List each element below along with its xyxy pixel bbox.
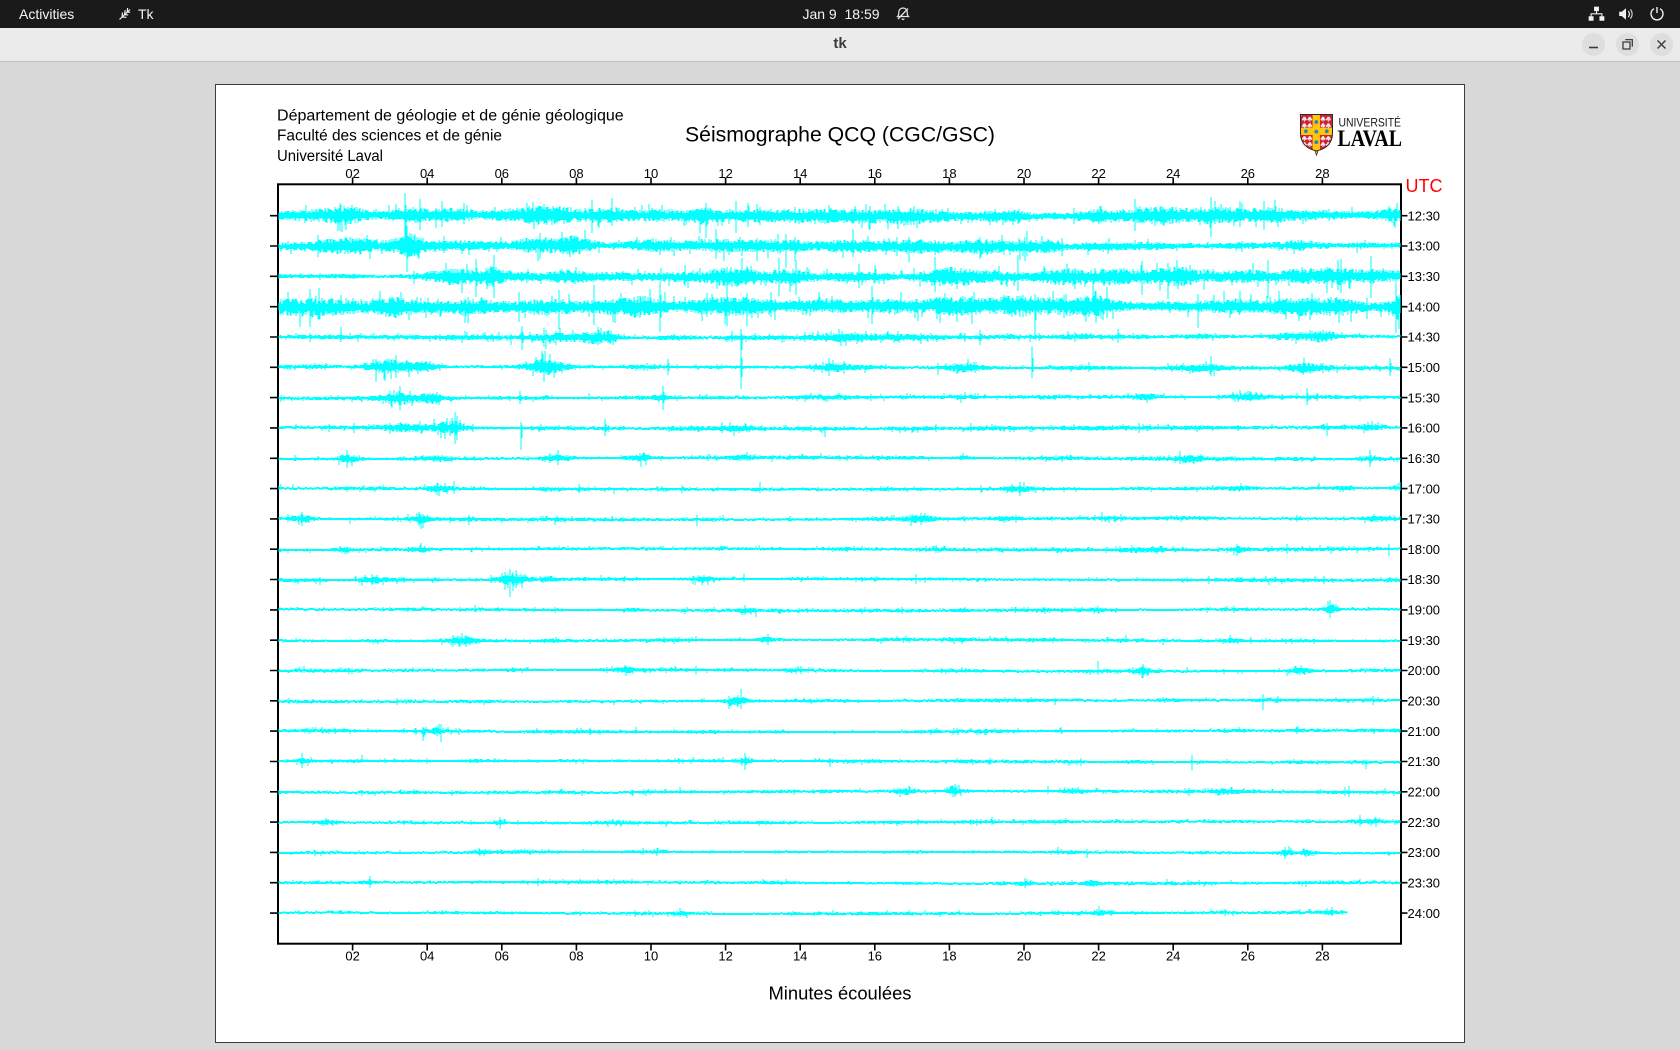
- svg-text:10: 10: [644, 949, 658, 964]
- svg-text:28: 28: [1315, 949, 1329, 964]
- svg-text:18: 18: [942, 949, 956, 964]
- svg-text:16: 16: [868, 949, 882, 964]
- svg-text:15:30: 15:30: [1408, 390, 1441, 405]
- svg-text:12:30: 12:30: [1408, 208, 1441, 223]
- svg-text:Minutes écoulées: Minutes écoulées: [769, 983, 912, 1003]
- svg-text:18:00: 18:00: [1408, 542, 1441, 557]
- svg-text:13:30: 13:30: [1408, 269, 1441, 284]
- svg-text:24: 24: [1166, 949, 1180, 964]
- svg-text:Université Laval: Université Laval: [277, 148, 383, 165]
- svg-text:26: 26: [1241, 949, 1255, 964]
- svg-text:22: 22: [1091, 949, 1105, 964]
- svg-text:Département de géologie et de: Département de géologie et de génie géol…: [277, 108, 624, 125]
- svg-text:17:30: 17:30: [1408, 512, 1441, 527]
- svg-text:UTC: UTC: [1406, 176, 1443, 196]
- svg-text:LAVAL: LAVAL: [1338, 126, 1403, 152]
- svg-text:23:00: 23:00: [1408, 845, 1441, 860]
- svg-text:14: 14: [793, 949, 807, 964]
- svg-text:08: 08: [569, 949, 583, 964]
- svg-text:19:30: 19:30: [1408, 633, 1441, 648]
- svg-text:16:30: 16:30: [1408, 451, 1441, 466]
- svg-text:04: 04: [420, 949, 434, 964]
- svg-text:Séismographe QCQ (CGC/GSC): Séismographe QCQ (CGC/GSC): [685, 123, 995, 147]
- svg-text:16:00: 16:00: [1408, 421, 1441, 436]
- svg-text:13:00: 13:00: [1408, 239, 1441, 254]
- svg-text:18:30: 18:30: [1408, 572, 1441, 587]
- svg-text:21:30: 21:30: [1408, 754, 1441, 769]
- svg-text:22:30: 22:30: [1408, 815, 1441, 830]
- svg-text:15:00: 15:00: [1408, 360, 1441, 375]
- svg-text:22:00: 22:00: [1408, 785, 1441, 800]
- svg-text:14:30: 14:30: [1408, 330, 1441, 345]
- svg-text:17:00: 17:00: [1408, 481, 1441, 496]
- svg-text:20: 20: [1017, 949, 1031, 964]
- svg-text:20:30: 20:30: [1408, 694, 1441, 709]
- svg-text:23:30: 23:30: [1408, 875, 1441, 890]
- svg-text:24:00: 24:00: [1408, 906, 1441, 921]
- svg-text:12: 12: [718, 949, 732, 964]
- svg-text:20:00: 20:00: [1408, 663, 1441, 678]
- svg-text:19:00: 19:00: [1408, 603, 1441, 618]
- svg-text:21:00: 21:00: [1408, 724, 1441, 739]
- svg-text:02: 02: [345, 949, 359, 964]
- svg-text:Faculté des sciences et de gén: Faculté des sciences et de génie: [277, 128, 502, 145]
- svg-text:14:00: 14:00: [1408, 299, 1441, 314]
- svg-text:06: 06: [495, 949, 509, 964]
